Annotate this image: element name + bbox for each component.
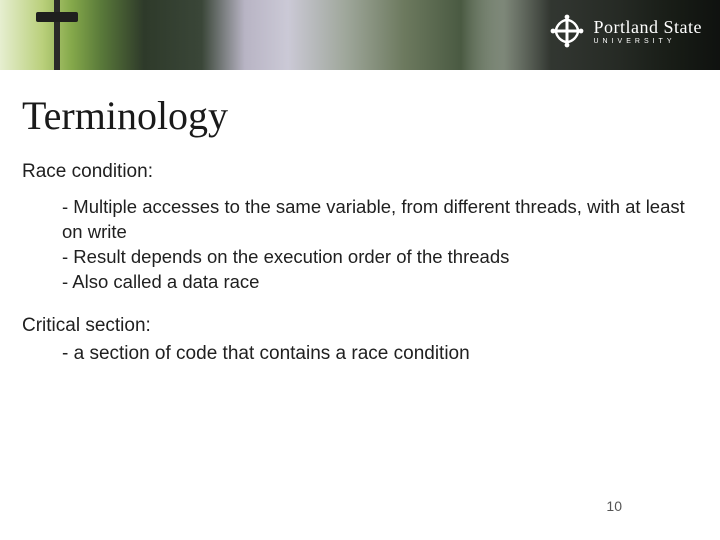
logo-line1: Portland State	[594, 18, 703, 36]
slide-content: Terminology Race condition: - Multiple a…	[0, 70, 720, 367]
section-items: - Multiple accesses to the same variable…	[62, 195, 690, 295]
page-title: Terminology	[22, 92, 690, 139]
university-logo: Portland State UNIVERSITY	[550, 14, 703, 48]
section-items: - a section of code that contains a race…	[62, 341, 690, 367]
banner-decor	[36, 12, 78, 22]
banner-decor	[54, 0, 60, 70]
section-race-condition: Race condition: - Multiple accesses to t…	[22, 161, 690, 295]
section-critical-section: Critical section: - a section of code th…	[22, 315, 690, 367]
logo-mark-icon	[550, 14, 584, 48]
list-item: - a section of code that contains a race…	[62, 341, 690, 367]
list-item: - Also called a data race	[62, 270, 690, 295]
logo-text: Portland State UNIVERSITY	[594, 18, 703, 45]
section-label: Race condition:	[22, 161, 690, 183]
page-number: 10	[606, 498, 622, 514]
list-item: - Result depends on the execution order …	[62, 245, 690, 270]
header-banner: Portland State UNIVERSITY	[0, 0, 720, 70]
list-item: - Multiple accesses to the same variable…	[62, 195, 690, 245]
logo-line2: UNIVERSITY	[594, 38, 703, 45]
section-label: Critical section:	[22, 315, 690, 337]
